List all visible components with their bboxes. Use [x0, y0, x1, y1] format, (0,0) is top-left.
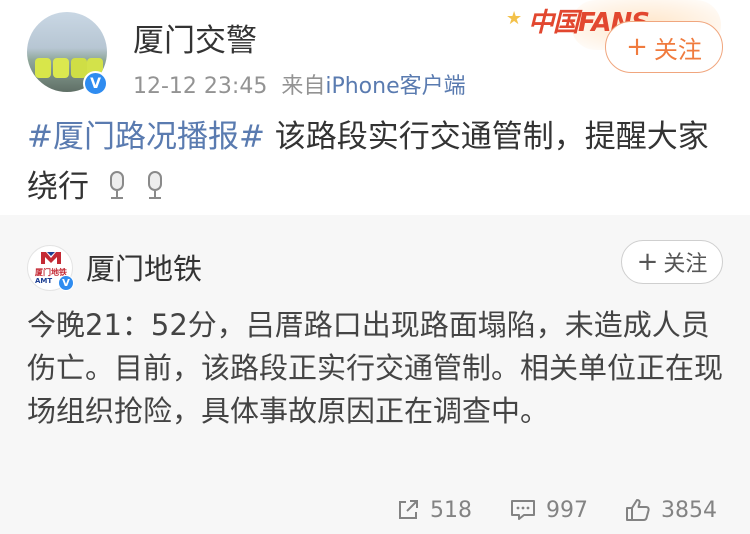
repost-avatar-sub: AMT: [35, 277, 53, 285]
post-source-prefix: 来自: [281, 74, 326, 99]
post-time: 12-12 23:45: [133, 74, 268, 99]
star-icon: ★: [506, 8, 523, 29]
repost-username[interactable]: 厦门地铁: [86, 246, 202, 288]
plus-icon: +: [636, 247, 659, 277]
follow-button[interactable]: + 关注: [605, 21, 723, 73]
comment-button[interactable]: 997: [510, 495, 588, 525]
reposted-card[interactable]: 厦门地铁 AMT V 厦门地铁 + 关注 今晚21：52分，吕厝路口出现路面塌陷…: [0, 215, 750, 534]
topic-link[interactable]: #厦门路况播报#: [27, 119, 265, 155]
verified-icon: V: [58, 275, 74, 291]
thumbs-up-icon: [626, 499, 650, 521]
post-meta: 12-12 23:45 来自iPhone客户端: [133, 68, 466, 100]
microphone-emoji-icon: [145, 171, 165, 201]
share-count: 518: [430, 497, 472, 523]
verified-icon: V: [83, 71, 108, 96]
post-username[interactable]: 厦门交警: [133, 15, 257, 60]
microphone-emoji-icon: [107, 171, 127, 201]
post-source[interactable]: iPhone客户端: [325, 74, 465, 99]
like-button[interactable]: 3854: [625, 495, 717, 525]
action-bar: 518 997 3854: [0, 495, 750, 525]
plus-icon: +: [626, 32, 648, 62]
follow-label: 关注: [653, 35, 702, 64]
post-content: #厦门路况播报# 该路段实行交通管制，提醒大家绕行: [27, 112, 727, 212]
metro-logo-icon: [41, 252, 61, 264]
repost-follow-label: 关注: [663, 252, 708, 277]
repost-follow-button[interactable]: + 关注: [621, 240, 723, 284]
comment-icon: [511, 500, 535, 520]
share-icon: [399, 500, 418, 519]
share-button[interactable]: 518: [396, 495, 472, 525]
comment-count: 997: [546, 497, 588, 523]
like-count: 3854: [661, 497, 717, 523]
repost-content: 今晚21：52分，吕厝路口出现路面塌陷，未造成人员伤亡。目前，该路段正实行交通管…: [27, 308, 724, 428]
weibo-post: V 厦门交警 12-12 23:45 来自iPhone客户端 ★ 中国FANS …: [0, 0, 750, 215]
